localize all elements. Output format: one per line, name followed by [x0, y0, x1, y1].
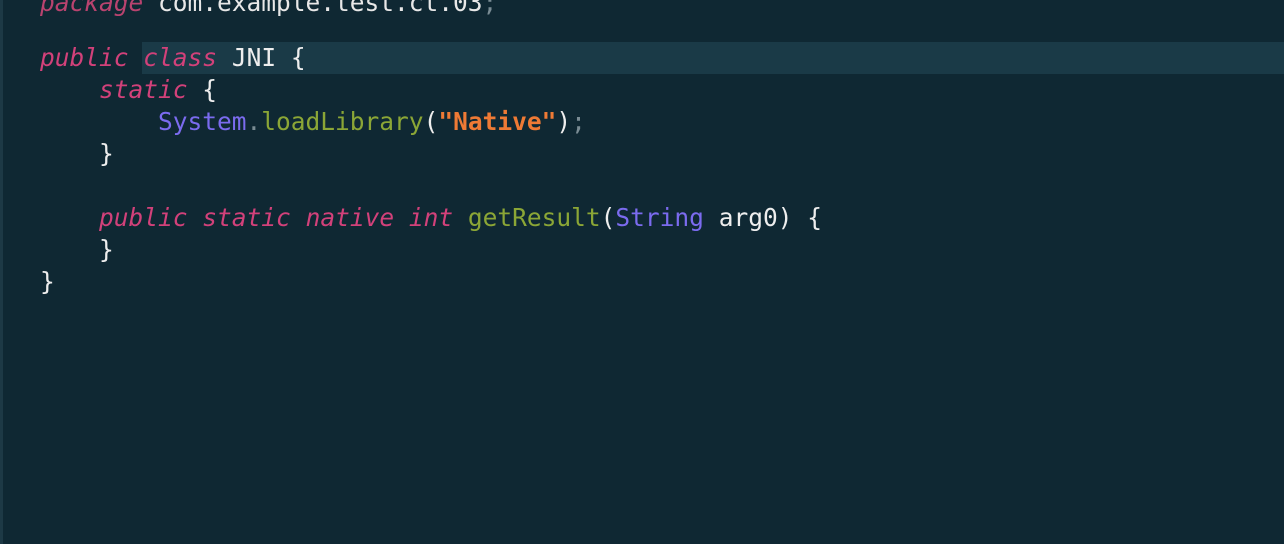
dot: . — [246, 107, 262, 136]
brace-open: { — [807, 203, 823, 232]
package-name: com.example.test.ct.03 — [158, 0, 483, 17]
keyword-int: int — [408, 203, 454, 232]
keyword-static: static — [202, 203, 291, 232]
class-name: JNI — [231, 43, 277, 72]
brace-open: { — [290, 43, 306, 72]
paren-close: ) — [777, 203, 793, 232]
code-line-load-library[interactable]: System.loadLibrary("Native"); — [40, 106, 586, 138]
code-line-class-close[interactable]: } — [40, 266, 55, 298]
keyword-public: public — [99, 203, 188, 232]
keyword-native: native — [305, 203, 395, 232]
brace-close: } — [40, 267, 55, 296]
code-line-package[interactable]: package com.example.test.ct.03; — [40, 0, 497, 19]
brace-close: } — [99, 235, 114, 264]
method-load-library: loadLibrary — [261, 107, 424, 136]
paren-open: ( — [600, 203, 616, 232]
string-literal: "Native" — [438, 107, 557, 136]
param-name: arg0 — [718, 203, 778, 232]
code-line-method-close[interactable]: } — [40, 234, 114, 266]
keyword-class: class — [143, 43, 218, 72]
type-string: String — [615, 203, 704, 232]
paren-open: ( — [423, 107, 439, 136]
code-line-method-decl[interactable]: public static native int getResult(Strin… — [40, 202, 822, 234]
code-editor[interactable]: package com.example.test.ct.03; public c… — [0, 0, 1284, 544]
semicolon: ; — [482, 0, 498, 17]
brace-open: { — [202, 75, 218, 104]
keyword-static: static — [99, 75, 188, 104]
code-line-static-close[interactable]: } — [40, 138, 114, 170]
paren-close: ) — [556, 107, 572, 136]
keyword-public: public — [40, 43, 129, 72]
current-line-highlight — [142, 42, 1284, 74]
brace-close: } — [99, 139, 114, 168]
code-line-static-block[interactable]: static { — [40, 74, 217, 106]
method-get-result: getResult — [467, 203, 601, 232]
type-system: System — [158, 107, 247, 136]
keyword-package: package — [40, 0, 144, 17]
code-line-class-decl[interactable]: public class JNI { — [40, 42, 306, 74]
semicolon: ; — [571, 107, 586, 136]
